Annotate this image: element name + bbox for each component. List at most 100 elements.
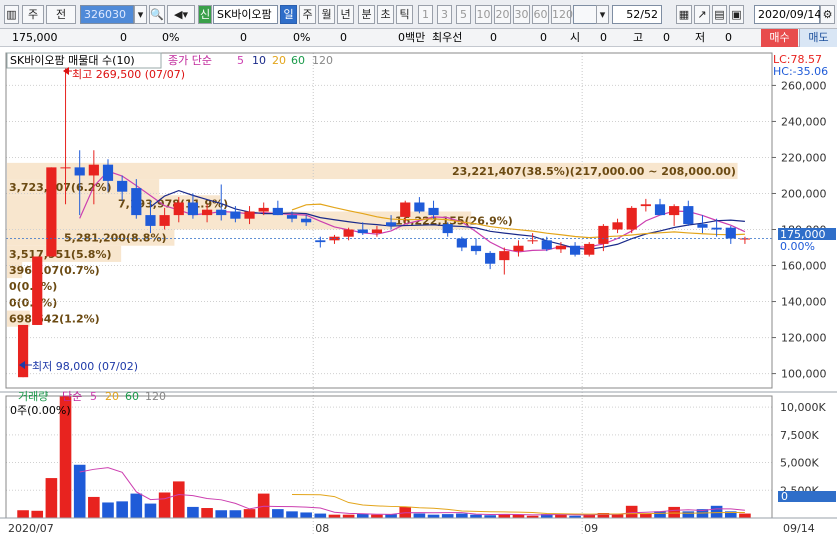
- volume-legend-label: 거래량: [18, 390, 48, 403]
- period-select[interactable]: 주: [22, 5, 44, 24]
- candle-body: [725, 227, 736, 239]
- volume-legend-ma5: 5: [90, 390, 97, 403]
- volume-bar: [144, 503, 157, 518]
- volume-bar: [158, 492, 171, 518]
- num-60[interactable]: 60: [532, 5, 549, 24]
- page-number: 52: [626, 8, 641, 21]
- tab-tick[interactable]: 틱: [396, 5, 413, 24]
- candle-body: [485, 252, 496, 264]
- page-total: /52: [640, 8, 658, 21]
- num-3[interactable]: 3: [437, 5, 452, 24]
- candle-body: [739, 238, 751, 240]
- candle-body: [555, 245, 567, 250]
- trade-value: 0백만: [398, 31, 426, 44]
- low-value: 0: [725, 31, 732, 44]
- volume-bar: [286, 511, 298, 518]
- candle-body: [343, 229, 354, 237]
- candle-body: [17, 324, 29, 378]
- candle-body: [442, 224, 453, 234]
- candle-body: [584, 243, 595, 255]
- volume-bar: [102, 502, 114, 518]
- price-tick-label: 120,000: [781, 332, 827, 345]
- candle-body: [159, 215, 170, 226]
- tab-day[interactable]: 일: [280, 5, 297, 24]
- num-20[interactable]: 20: [494, 5, 511, 24]
- legend-ma20: 20: [272, 54, 286, 67]
- price-tick-label: 100,000: [781, 368, 827, 381]
- candle-body: [272, 207, 283, 216]
- stock-name-field[interactable]: SK바이오팜: [213, 5, 278, 24]
- credit-badge-icon: 신: [198, 5, 212, 24]
- high-annotation: 최고 269,500 (07/07): [72, 68, 185, 81]
- candle-body: [230, 211, 241, 219]
- gear-icon[interactable]: ⚙: [820, 5, 835, 24]
- legend-ma60: 60: [291, 54, 305, 67]
- num-10[interactable]: 10: [475, 5, 492, 24]
- quote-value-3-pct: 0%: [293, 31, 311, 44]
- candle-body: [145, 215, 156, 226]
- save-icon[interactable]: ▣: [729, 5, 744, 24]
- candle-body: [569, 245, 581, 255]
- candle-body: [598, 225, 609, 244]
- candle-body: [201, 209, 213, 216]
- volume-bar: [215, 510, 228, 518]
- low-annotation: 최저 98,000 (07/02): [32, 360, 138, 373]
- volume-tick-label: 10,000K: [780, 401, 826, 414]
- x-tick-label: 2020/07: [8, 522, 54, 535]
- volume-bar: [116, 501, 128, 518]
- best-bid-1: 0: [490, 31, 497, 44]
- candle-body: [683, 206, 694, 225]
- tab-week[interactable]: 주: [299, 5, 316, 24]
- candle-body: [654, 204, 666, 216]
- volume-bar: [710, 505, 723, 518]
- num-1[interactable]: 1: [418, 5, 433, 24]
- volume-bar: [625, 505, 638, 518]
- lock-icon[interactable]: ▤: [712, 5, 727, 24]
- sound-icon[interactable]: ◀▾: [167, 5, 195, 24]
- grid-icon[interactable]: ▦: [676, 5, 692, 24]
- quote-value-3: 0: [240, 31, 247, 44]
- candle-body: [711, 227, 722, 230]
- price-tick-label: 140,000: [781, 296, 827, 309]
- price-chart[interactable]: 23,221,407(38.5%)(217,000.00 ~ 208,000.0…: [0, 48, 837, 536]
- volume-bar: [243, 509, 256, 518]
- tab-year[interactable]: 년: [337, 5, 354, 24]
- open-label: 시: [570, 31, 581, 44]
- legend-ma5: 5: [237, 54, 244, 67]
- best-bid-2: 0: [540, 31, 547, 44]
- num-30[interactable]: 30: [513, 5, 530, 24]
- x-tick-label: 08: [315, 522, 329, 535]
- tab-second[interactable]: 초: [377, 5, 394, 24]
- x-tick-label: 09/14: [783, 522, 815, 535]
- date-field[interactable]: 2020/09/14: [754, 5, 821, 24]
- candle-body: [470, 245, 482, 252]
- num-120[interactable]: 120: [551, 5, 573, 24]
- candle-body: [385, 222, 397, 226]
- price-tick-label: 220,000: [781, 151, 827, 164]
- search-icon[interactable]: 🔍: [149, 5, 165, 24]
- adjust-select[interactable]: 전: [46, 5, 76, 24]
- stock-code-input[interactable]: 326030: [80, 5, 134, 24]
- volume-bar: [17, 510, 29, 518]
- volume-profile-label: 23,221,407(38.5%)(217,000.00 ~ 208,000.0…: [452, 165, 736, 178]
- candle-body: [60, 167, 71, 169]
- line-tool-icon[interactable]: ↗: [694, 5, 710, 24]
- chart-type-icon[interactable]: ▥: [4, 5, 19, 24]
- volume-bar: [272, 509, 284, 518]
- count-dropdown-icon[interactable]: ▾: [596, 5, 609, 24]
- volume-tick-label: 7,500K: [780, 429, 819, 442]
- buy-button[interactable]: 매수: [761, 29, 798, 47]
- volume-profile-label: 5,281,200(8.8%): [64, 232, 167, 245]
- price-tick-label: 160,000: [781, 260, 827, 273]
- hc-value: HC:-35.06: [773, 65, 828, 78]
- num-5[interactable]: 5: [456, 5, 471, 24]
- candle-body: [626, 207, 637, 230]
- tab-month[interactable]: 월: [318, 5, 335, 24]
- sell-button[interactable]: 매도: [799, 29, 837, 47]
- code-dropdown-icon[interactable]: ▾: [134, 5, 147, 24]
- candle-body: [612, 222, 623, 230]
- candle-body: [216, 209, 227, 216]
- volume-bar: [441, 514, 454, 518]
- volume-profile-label: 3,517,951(5.8%): [9, 248, 112, 261]
- tab-minute[interactable]: 분: [358, 5, 375, 24]
